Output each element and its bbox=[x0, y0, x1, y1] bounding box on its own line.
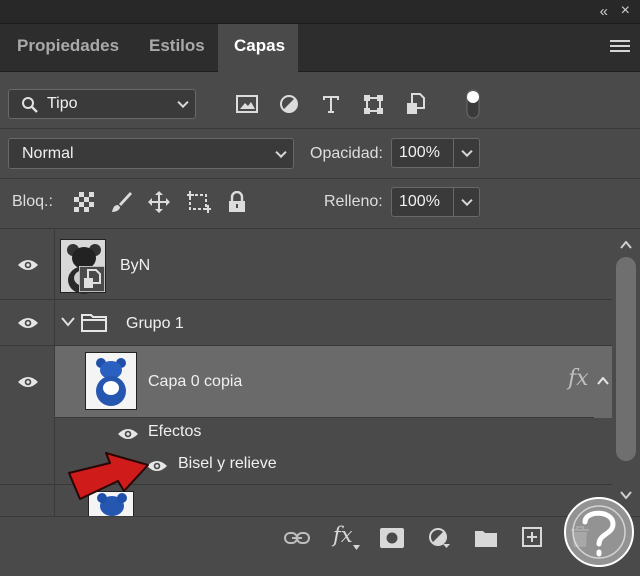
opacity-dropdown-button[interactable] bbox=[453, 139, 479, 167]
opacity-field[interactable]: 100% bbox=[391, 138, 480, 168]
effects-collapse-button[interactable] bbox=[594, 346, 612, 418]
filter-kind-select[interactable]: Tipo bbox=[8, 89, 196, 119]
panel-tab-bar: Propiedades Estilos Capas bbox=[0, 24, 640, 73]
layer-thumbnail-capa-0-copia bbox=[85, 352, 137, 410]
fill-dropdown-button[interactable] bbox=[453, 188, 479, 216]
search-icon bbox=[22, 97, 38, 113]
blend-mode-label: Normal bbox=[22, 145, 74, 162]
fx-indicator[interactable]: fx bbox=[568, 366, 589, 391]
filter-toggle-icon[interactable] bbox=[465, 88, 481, 120]
eye-icon[interactable] bbox=[17, 375, 39, 389]
eye-icon[interactable] bbox=[17, 258, 39, 272]
panel-menu-icon[interactable] bbox=[610, 40, 630, 54]
link-layers-icon[interactable] bbox=[284, 530, 310, 546]
watermark-logo bbox=[564, 497, 634, 567]
type-filter-icon[interactable] bbox=[321, 94, 341, 114]
red-arrow-annotation bbox=[68, 452, 149, 500]
lock-position-move-icon[interactable] bbox=[147, 190, 171, 214]
eye-icon[interactable] bbox=[17, 316, 39, 330]
fill-value: 100% bbox=[399, 193, 440, 210]
panel-title-strip: « × bbox=[0, 0, 640, 24]
lock-transparent-pixels-icon[interactable] bbox=[74, 192, 94, 212]
new-layer-icon[interactable] bbox=[522, 527, 542, 547]
effects-label[interactable]: Efectos bbox=[148, 423, 201, 441]
close-panel-icon[interactable]: × bbox=[621, 2, 630, 20]
divider bbox=[0, 128, 640, 129]
smart-object-filter-icon[interactable] bbox=[406, 93, 426, 115]
layer-name-byn: ByN bbox=[120, 257, 151, 274]
folder-icon bbox=[81, 314, 107, 332]
opacity-label: Opacidad: bbox=[310, 145, 383, 162]
layers-list: ByN Grupo 1 Capa 0 copia fx Efectos Bise… bbox=[0, 229, 612, 516]
scroll-up-icon[interactable] bbox=[620, 241, 632, 249]
layer-row-capa-0-copia[interactable]: Capa 0 copia fx bbox=[55, 346, 594, 418]
smart-object-badge-icon bbox=[79, 266, 105, 292]
adjustment-filter-icon[interactable] bbox=[279, 94, 299, 114]
layer-row-byn[interactable]: ByN bbox=[0, 229, 612, 300]
eye-icon[interactable] bbox=[117, 427, 139, 441]
add-mask-icon[interactable] bbox=[380, 528, 404, 548]
layer-name-capa-0-copia: Capa 0 copia bbox=[148, 373, 243, 390]
chevron-down-icon[interactable] bbox=[61, 317, 75, 327]
tab-capas[interactable]: Capas bbox=[218, 24, 298, 73]
lock-all-icon[interactable] bbox=[228, 191, 246, 213]
layers-bottom-toolbar: fx bbox=[0, 516, 640, 576]
layer-thumbnail-byn bbox=[60, 239, 106, 294]
fx-dropdown-icon bbox=[353, 545, 360, 550]
chevron-up-icon bbox=[597, 377, 609, 385]
lock-artboard-icon[interactable] bbox=[186, 190, 212, 214]
fill-label: Relleno: bbox=[324, 193, 383, 210]
shape-filter-icon[interactable] bbox=[363, 94, 384, 115]
tab-propiedades[interactable]: Propiedades bbox=[0, 24, 132, 72]
new-group-folder-icon[interactable] bbox=[474, 529, 498, 548]
tab-estilos[interactable]: Estilos bbox=[132, 24, 218, 72]
scrollbar-thumb[interactable] bbox=[616, 257, 636, 461]
collapse-panel-icon[interactable]: « bbox=[600, 3, 608, 20]
opacity-value: 100% bbox=[399, 144, 440, 161]
add-layer-style-fx-icon[interactable]: fx bbox=[333, 523, 353, 547]
new-adjustment-layer-icon[interactable] bbox=[428, 527, 450, 549]
fill-field[interactable]: 100% bbox=[391, 187, 480, 217]
blend-mode-select[interactable]: Normal bbox=[8, 138, 294, 169]
layer-row-grupo-1[interactable]: Grupo 1 bbox=[0, 300, 612, 346]
lock-label: Bloq.: bbox=[12, 193, 53, 210]
filter-kind-label: Tipo bbox=[47, 95, 78, 112]
chevron-down-icon bbox=[275, 146, 287, 158]
lock-image-pixels-brush-icon[interactable] bbox=[109, 190, 133, 214]
effect-name-bisel[interactable]: Bisel y relieve bbox=[178, 455, 277, 473]
chevron-down-icon bbox=[177, 96, 189, 109]
image-filter-icon[interactable] bbox=[236, 95, 258, 113]
layer-name-grupo-1: Grupo 1 bbox=[126, 315, 184, 332]
layers-scrollbar[interactable] bbox=[612, 229, 640, 516]
divider bbox=[0, 178, 640, 179]
